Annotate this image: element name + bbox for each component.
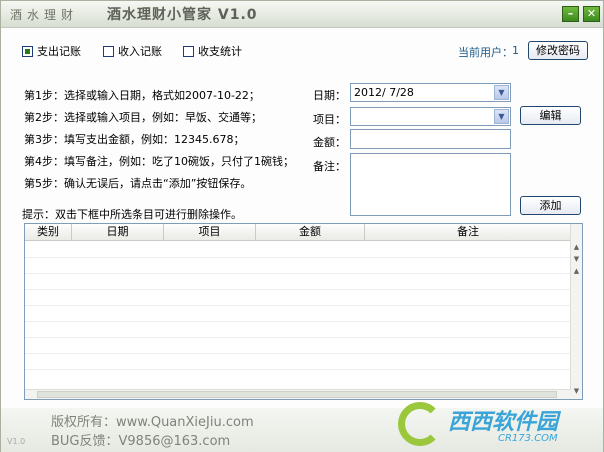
item-combobox[interactable]: ▼ — [350, 107, 511, 126]
amount-label: 金额： — [313, 136, 346, 149]
dropdown-arrow-icon[interactable]: ▼ — [494, 109, 509, 124]
mode-statistics-checkbox[interactable]: 收支统计 — [183, 43, 242, 59]
step-4-text: 第4步：填写备注，例如：吃了10碗饭，只付了1碗钱； — [24, 155, 294, 168]
version-label: V1.0 — [7, 437, 26, 446]
mode-expense-checkbox[interactable]: 支出记账 — [22, 43, 81, 59]
mode-income-checkbox[interactable]: 收入记账 — [103, 43, 162, 59]
table-row-line — [25, 321, 571, 322]
table-row-line — [25, 369, 571, 370]
watermark-url: CR173.COM — [498, 433, 558, 444]
close-button[interactable]: ✕ — [583, 6, 600, 22]
app-tag: 酒水理财 — [10, 8, 79, 22]
scroll-down-icon[interactable]: ▼ — [571, 386, 582, 397]
date-value: 2012/ 7/28 — [354, 86, 414, 99]
checkbox-empty-icon[interactable] — [103, 45, 114, 57]
scroll-down-icon[interactable]: ▼ — [571, 254, 582, 265]
column-header-note[interactable]: 备注 — [365, 224, 571, 240]
checkbox-checked-icon[interactable] — [22, 45, 33, 57]
change-password-button[interactable]: 修改密码 — [528, 41, 588, 60]
dropdown-arrow-icon[interactable]: ▼ — [494, 85, 509, 100]
horizontal-scrollbar[interactable] — [25, 389, 571, 399]
add-button[interactable]: 添加 — [520, 196, 581, 215]
scroll-up-icon[interactable]: ▲ — [571, 266, 582, 277]
table-row-line — [25, 305, 571, 306]
window-title: 酒水理财小管家 V1.0 — [107, 7, 258, 23]
column-header-date[interactable]: 日期 — [72, 224, 164, 240]
step-3-text: 第3步：填写支出金额，例如：12345.678； — [24, 133, 245, 146]
table-row-line — [25, 273, 571, 274]
mode-income-label: 收入记账 — [118, 45, 162, 58]
column-header-item[interactable]: 项目 — [164, 224, 256, 240]
table-row-line — [25, 337, 571, 338]
item-label: 项目： — [313, 113, 346, 126]
watermark-name: 西西软件园 — [448, 410, 559, 435]
table-row-line — [25, 289, 571, 290]
current-user-value: 1 — [512, 44, 519, 57]
note-label: 备注： — [313, 160, 346, 173]
minimize-button[interactable]: – — [562, 6, 579, 22]
date-label: 日期： — [313, 89, 346, 102]
step-5-text: 第5步：确认无误后，请点击“添加”按钮保存。 — [24, 177, 252, 190]
mode-statistics-label: 收支统计 — [198, 45, 242, 58]
watermark-logo-icon — [398, 402, 442, 446]
table-row-line — [25, 257, 571, 258]
title-bar[interactable]: 酒水理财 酒水理财小管家 V1.0 – ✕ — [1, 1, 603, 28]
table-row-line — [25, 353, 571, 354]
horizontal-scroll-thumb[interactable] — [37, 391, 557, 398]
watermark: 西西软件园 CR173.COM — [396, 400, 602, 451]
hint-text: 提示：双击下框中所选条目可进行删除操作。 — [22, 208, 242, 221]
feedback-text: BUG反馈：V9856@163.com — [51, 434, 231, 449]
column-header-category[interactable]: 类别 — [25, 224, 72, 240]
app-window: 酒水理财 酒水理财小管家 V1.0 – ✕ 支出记账 收入记账 收支统计 当前用… — [0, 0, 604, 452]
date-picker[interactable]: 2012/ 7/28 ▼ — [350, 83, 511, 102]
copyright-text: 版权所有：www.QuanXieJiu.com — [51, 415, 254, 430]
amount-input[interactable] — [350, 129, 511, 149]
column-header-amount[interactable]: 金额 — [256, 224, 365, 240]
checkbox-empty-icon[interactable] — [183, 45, 194, 57]
mode-expense-label: 支出记账 — [37, 45, 81, 58]
edit-button[interactable]: 编辑 — [520, 106, 581, 125]
table-header: 类别 日期 项目 金额 备注 — [25, 224, 571, 241]
scroll-up-icon[interactable]: ▲ — [571, 242, 582, 253]
records-table[interactable]: 类别 日期 项目 金额 备注 ▲ ▼ ▲ ▼ — [24, 223, 583, 400]
step-2-text: 第2步：选择或输入项目，例如：早饭、交通等； — [24, 111, 262, 124]
current-user-label: 当前用户： — [458, 46, 513, 59]
vertical-scrollbar[interactable]: ▲ ▼ ▲ ▼ — [570, 224, 582, 399]
note-textarea[interactable] — [350, 153, 511, 216]
step-1-text: 第1步：选择或输入日期，格式如2007-10-22； — [24, 89, 260, 102]
